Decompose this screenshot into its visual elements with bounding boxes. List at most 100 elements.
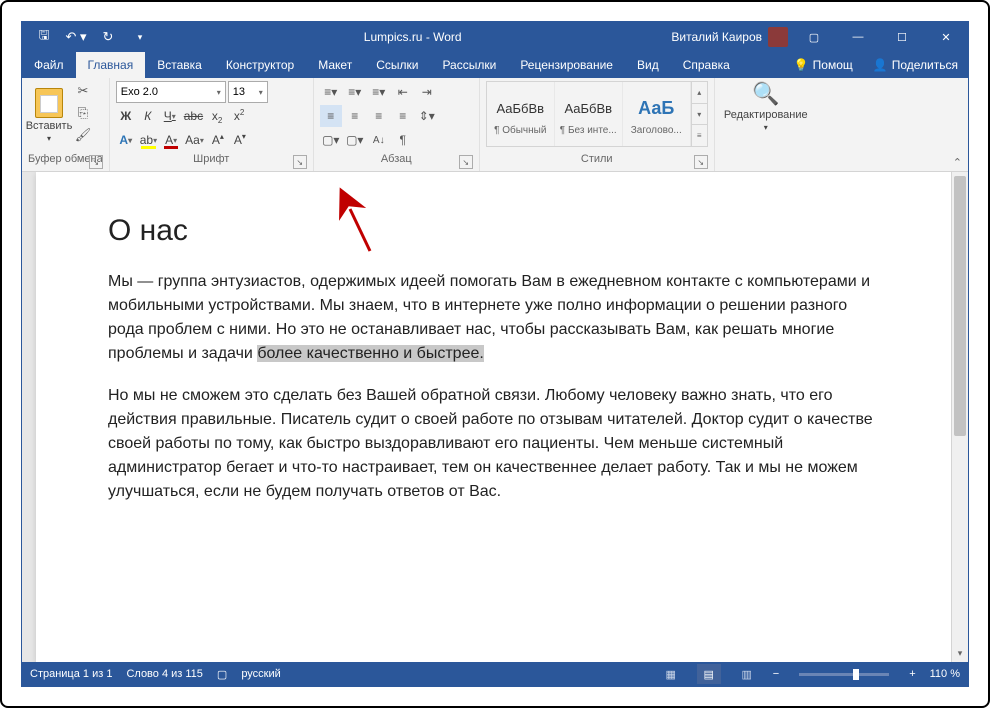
doc-heading: О нас: [108, 214, 882, 248]
zoom-level[interactable]: 110 %: [930, 668, 960, 680]
shrink-font-button[interactable]: A▾: [230, 129, 250, 151]
tab-home[interactable]: Главная: [76, 52, 146, 78]
group-font: Exo 2.0▾ 13▾ Ж К Ч ▾ abc x2 x2 A ▾ ab▾ A…: [110, 78, 314, 171]
text-effects-button[interactable]: A ▾: [116, 129, 136, 151]
tab-insert[interactable]: Вставка: [145, 52, 214, 78]
page[interactable]: О нас Мы — группа энтузиастов, одержимых…: [36, 172, 954, 662]
highlight-button[interactable]: ab▾: [138, 129, 159, 151]
clipboard-launcher[interactable]: ↘: [89, 155, 103, 169]
style-no-spacing[interactable]: АаБбВв ¶ Без инте...: [555, 82, 623, 146]
justify-button[interactable]: ≡: [392, 105, 414, 127]
underline-button[interactable]: Ч ▾: [160, 105, 180, 127]
view-read-mode[interactable]: ▦: [659, 664, 683, 684]
group-editing: 🔍 Редактирование ▾: [715, 78, 817, 171]
multilevel-button[interactable]: ≡▾: [368, 81, 390, 103]
view-print-layout[interactable]: ▤: [697, 664, 721, 684]
selected-text[interactable]: более качественно и быстрее.: [257, 345, 484, 362]
maximize-button[interactable]: ☐: [880, 22, 924, 52]
show-marks-button[interactable]: ¶: [392, 129, 414, 151]
style-heading1[interactable]: АаБ Заголово...: [623, 82, 691, 146]
zoom-slider[interactable]: [799, 673, 889, 676]
borders-button[interactable]: ▢▾: [344, 129, 366, 151]
group-label-paragraph: Абзац: [381, 153, 412, 165]
statusbar: Страница 1 из 1 Слово 4 из 115 ▢ русский…: [22, 662, 968, 686]
tell-me[interactable]: 💡 Помощ: [784, 52, 863, 78]
styles-launcher[interactable]: ↘: [694, 155, 708, 169]
qat-customize[interactable]: ▾: [126, 23, 154, 51]
font-color-button[interactable]: A▾: [161, 129, 181, 151]
line-spacing-button[interactable]: ⇕▾: [416, 105, 438, 127]
styles-gallery[interactable]: АаБбВв ¶ Обычный АаБбВв ¶ Без инте... Аа…: [486, 81, 708, 147]
font-size-combo[interactable]: 13▾: [228, 81, 268, 103]
align-right-button[interactable]: ≡: [368, 105, 390, 127]
change-case-button[interactable]: Aa ▾: [183, 129, 206, 151]
minimize-button[interactable]: —: [836, 22, 880, 52]
shading-button[interactable]: ▢▾: [320, 129, 342, 151]
subscript-button[interactable]: x2: [207, 105, 227, 127]
group-clipboard: Вставить ▾ ✂ ⎘ 🖌 Буфер обмена↘: [22, 78, 110, 171]
scroll-thumb[interactable]: [954, 176, 966, 436]
format-painter-button[interactable]: 🖌: [72, 125, 94, 145]
vertical-scrollbar[interactable]: ▴ ▾: [951, 172, 968, 662]
avatar[interactable]: [768, 27, 788, 47]
group-styles: АаБбВв ¶ Обычный АаБбВв ¶ Без инте... Аа…: [480, 78, 715, 171]
grow-font-button[interactable]: A▴: [208, 129, 228, 151]
bullets-button[interactable]: ≡▾: [320, 81, 342, 103]
bold-button[interactable]: Ж: [116, 105, 136, 127]
undo-button[interactable]: ↶ ▾: [62, 23, 90, 51]
font-launcher[interactable]: ↘: [293, 155, 307, 169]
strikethrough-button[interactable]: abc: [182, 105, 205, 127]
editing-dropdown[interactable]: 🔍 Редактирование ▾: [721, 81, 811, 132]
user-name: Виталий Каиров: [671, 30, 762, 44]
gallery-up[interactable]: ▴: [692, 82, 707, 104]
paragraph-launcher[interactable]: ↘: [459, 155, 473, 169]
redo-button[interactable]: ↻: [94, 23, 122, 51]
close-button[interactable]: ✕: [924, 22, 968, 52]
tab-layout[interactable]: Макет: [306, 52, 364, 78]
align-center-button[interactable]: ≡: [344, 105, 366, 127]
gallery-down[interactable]: ▾: [692, 104, 707, 126]
titlebar: 🖫 ↶ ▾ ↻ ▾ Lumpics.ru - Word Виталий Каир…: [22, 22, 968, 52]
group-label-styles: Стили: [581, 153, 613, 165]
font-name-combo[interactable]: Exo 2.0▾: [116, 81, 226, 103]
superscript-button[interactable]: x2: [229, 105, 249, 127]
status-proofing-icon[interactable]: ▢: [217, 668, 227, 681]
tab-view[interactable]: Вид: [625, 52, 671, 78]
view-web-layout[interactable]: ▥: [735, 664, 759, 684]
autosave-icon[interactable]: 🖫: [30, 23, 58, 51]
tab-references[interactable]: Ссылки: [364, 52, 430, 78]
paste-icon: [35, 88, 63, 118]
ribbon-display-options[interactable]: ▢: [792, 22, 836, 52]
zoom-out[interactable]: −: [773, 668, 779, 680]
tab-file[interactable]: Файл: [22, 52, 76, 78]
style-normal[interactable]: АаБбВв ¶ Обычный: [487, 82, 555, 146]
increase-indent-button[interactable]: ⇥: [416, 81, 438, 103]
status-words[interactable]: Слово 4 из 115: [126, 668, 202, 680]
decrease-indent-button[interactable]: ⇤: [392, 81, 414, 103]
group-label-font: Шрифт: [193, 153, 229, 165]
status-language[interactable]: русский: [241, 668, 280, 680]
collapse-ribbon[interactable]: ⌃: [953, 156, 962, 169]
tab-mailings[interactable]: Рассылки: [430, 52, 508, 78]
scroll-down[interactable]: ▾: [952, 645, 968, 662]
group-paragraph: ≡▾ ≡▾ ≡▾ ⇤ ⇥ ≡ ≡ ≡ ≡ ⇕▾ ▢▾ ▢▾ A↓ ¶ Абзац…: [314, 78, 480, 171]
zoom-in[interactable]: +: [909, 668, 915, 680]
search-icon: 🔍: [752, 81, 779, 107]
tab-help[interactable]: Справка: [671, 52, 742, 78]
numbering-button[interactable]: ≡▾: [344, 81, 366, 103]
paste-button[interactable]: Вставить ▾: [28, 81, 70, 145]
align-left-button[interactable]: ≡: [320, 105, 342, 127]
window-title: Lumpics.ru - Word: [154, 30, 671, 44]
doc-paragraph-1: Мы — группа энтузиастов, одержимых идеей…: [108, 270, 882, 366]
cut-button[interactable]: ✂: [72, 81, 94, 101]
ribbon-tabs: Файл Главная Вставка Конструктор Макет С…: [22, 52, 968, 78]
copy-button[interactable]: ⎘: [72, 103, 94, 123]
share-button[interactable]: 👤 Поделиться: [863, 52, 968, 78]
tab-design[interactable]: Конструктор: [214, 52, 306, 78]
gallery-more[interactable]: ≡: [692, 125, 707, 146]
tab-review[interactable]: Рецензирование: [508, 52, 625, 78]
italic-button[interactable]: К: [138, 105, 158, 127]
sort-button[interactable]: A↓: [368, 129, 390, 151]
ribbon: Вставить ▾ ✂ ⎘ 🖌 Буфер обмена↘ Exo 2.0▾ …: [22, 78, 968, 172]
status-page[interactable]: Страница 1 из 1: [30, 668, 112, 680]
